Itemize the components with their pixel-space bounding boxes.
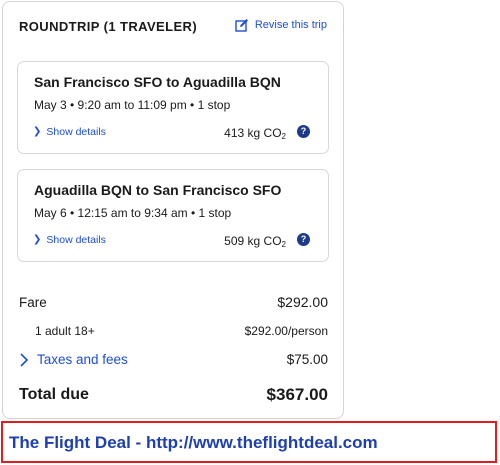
show-details-link[interactable]: ❯ Show details (33, 125, 106, 139)
watermark-banner: The Flight Deal - http://www.theflightde… (1, 421, 497, 463)
question-circle-icon[interactable]: ? (297, 233, 310, 246)
flight-leg-return: Aguadilla BQN to San Francisco SFO May 6… (17, 169, 329, 262)
adult-label: 1 adult 18+ (35, 324, 95, 338)
leg-route: San Francisco SFO to Aguadilla BQN (34, 74, 281, 90)
adult-value: $292.00/person (244, 324, 328, 338)
fare-label: Fare (19, 294, 47, 310)
flight-leg-outbound: San Francisco SFO to Aguadilla BQN May 3… (17, 61, 329, 154)
leg-route: Aguadilla BQN to San Francisco SFO (34, 182, 282, 198)
total-label: Total due (19, 386, 89, 403)
total-row: Total due $367.00 (19, 385, 328, 405)
co2-emission: 413 kg CO2 (224, 126, 286, 141)
taxes-toggle[interactable]: Taxes and fees (19, 352, 128, 367)
trip-summary-card: ROUNDTRIP (1 TRAVELER) Revise this trip … (2, 1, 344, 419)
summary-title: ROUNDTRIP (1 TRAVELER) (19, 19, 198, 34)
co2-emission: 509 kg CO2 (224, 234, 286, 249)
show-details-label: Show details (46, 126, 106, 138)
show-details-label: Show details (46, 234, 106, 246)
taxes-value: $75.00 (286, 352, 328, 367)
leg-times: May 3 • 9:20 am to 11:09 pm • 1 stop (34, 98, 231, 112)
summary-header: ROUNDTRIP (1 TRAVELER) Revise this trip (19, 19, 329, 39)
chevron-right-icon: ❯ (33, 233, 42, 245)
taxes-label: Taxes and fees (37, 352, 128, 367)
chevron-right-icon: ❯ (33, 125, 42, 137)
revise-trip-link[interactable]: Revise this trip (235, 18, 327, 32)
fare-row: Fare $292.00 (19, 294, 328, 310)
revise-trip-label: Revise this trip (254, 19, 327, 31)
banner-text: The Flight Deal - http://www.theflightde… (9, 433, 378, 452)
show-details-link[interactable]: ❯ Show details (33, 233, 106, 247)
chevron-right-icon (20, 352, 29, 367)
taxes-row: Taxes and fees $75.00 (19, 352, 328, 367)
total-value: $367.00 (266, 385, 328, 404)
leg-times: May 6 • 12:15 am to 9:34 am • 1 stop (34, 206, 232, 220)
edit-icon (235, 19, 248, 32)
adult-row: 1 adult 18+ $292.00/person (35, 324, 328, 338)
question-circle-icon[interactable]: ? (297, 125, 310, 138)
fare-value: $292.00 (277, 294, 328, 310)
